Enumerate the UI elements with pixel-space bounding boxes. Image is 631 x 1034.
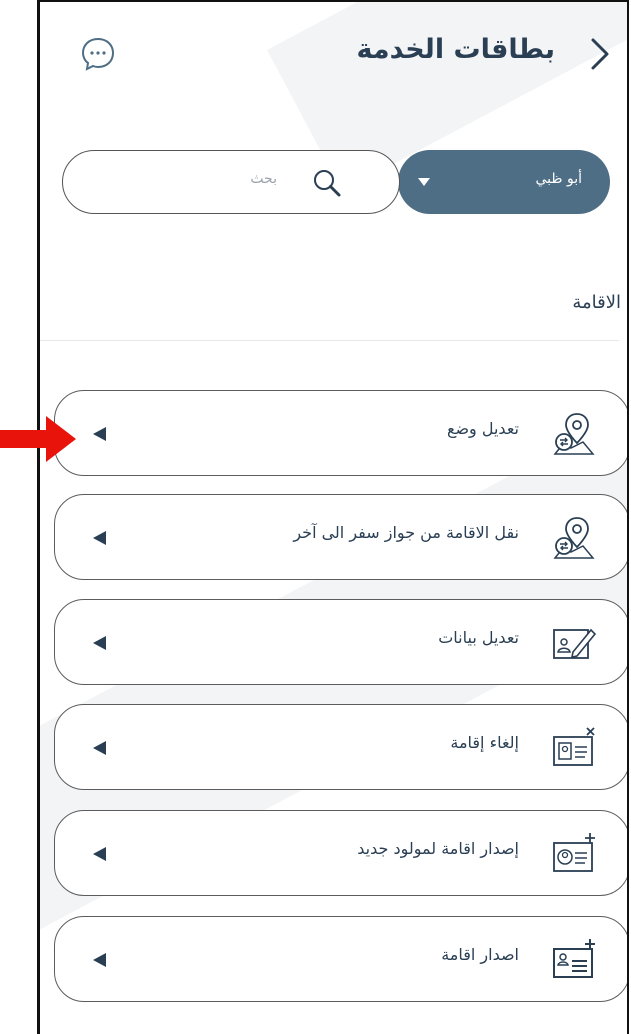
caret-left-icon [93, 953, 106, 967]
page-title: بطاقات الخدمة [356, 34, 555, 65]
caret-left-icon [93, 427, 106, 441]
caret-left-icon [93, 531, 106, 545]
app-screen: بطاقات الخدمة أبو ظبي بحث الاقامة تعديل … [37, 0, 629, 1034]
id-card-newborn-add-icon [553, 833, 595, 872]
caret-left-icon [93, 741, 106, 755]
service-item-newborn-residency[interactable]: إصدار اقامة لمولود جديد [54, 810, 627, 896]
service-label: تعديل وضع [446, 419, 519, 438]
section-title: الاقامة [572, 292, 621, 313]
service-item-status-adjustment[interactable]: تعديل وضع [54, 390, 627, 476]
header: بطاقات الخدمة [40, 30, 627, 80]
service-item-transfer-residency[interactable]: نقل الاقامة من جواز سفر الى آخر [54, 494, 627, 580]
id-card-edit-icon [553, 628, 597, 659]
caret-down-icon [418, 178, 430, 186]
map-pin-transfer-icon [553, 517, 595, 559]
pointer-arrow-annotation [0, 416, 76, 462]
caret-left-icon [93, 847, 106, 861]
divider [40, 340, 619, 341]
service-item-cancel-residency[interactable]: إلغاء إقامة [54, 704, 627, 790]
service-item-edit-data[interactable]: تعديل بيانات [54, 599, 627, 685]
service-label: نقل الاقامة من جواز سفر الى آخر [293, 523, 519, 542]
chevron-right-icon[interactable] [585, 36, 615, 72]
map-pin-transfer-icon [553, 413, 595, 455]
search-input[interactable]: بحث [62, 150, 400, 214]
caret-left-icon [93, 636, 106, 650]
emirate-dropdown[interactable]: أبو ظبي [398, 150, 610, 214]
id-card-add-icon [553, 939, 595, 978]
search-placeholder: بحث [250, 171, 277, 187]
search-icon[interactable] [311, 167, 343, 199]
service-label: إصدار اقامة لمولود جديد [357, 839, 519, 858]
service-item-issue-residency[interactable]: اصدار اقامة [54, 916, 627, 1002]
id-card-cancel-icon [553, 727, 595, 766]
chat-icon[interactable] [80, 36, 116, 72]
service-label: إلغاء إقامة [450, 733, 519, 752]
service-label: تعديل بيانات [438, 628, 519, 647]
service-label: اصدار اقامة [441, 945, 519, 964]
emirate-selected-value: أبو ظبي [535, 171, 582, 187]
